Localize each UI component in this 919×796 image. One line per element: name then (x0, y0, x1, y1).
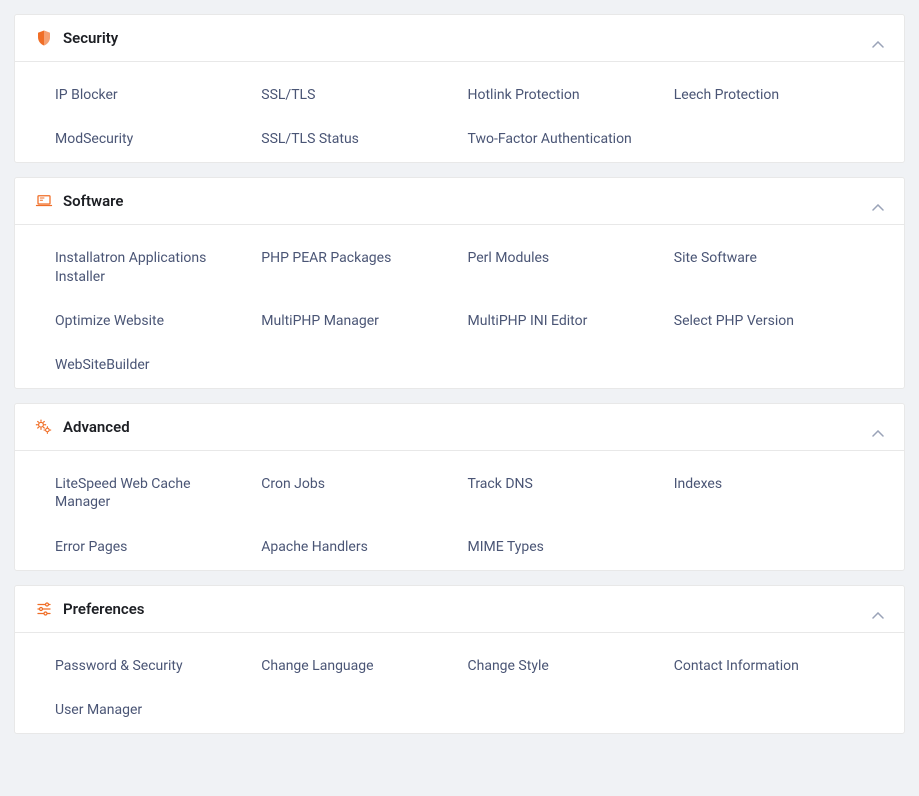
link-multiphp-manager[interactable]: MultiPHP Manager (261, 312, 431, 330)
link-modsecurity[interactable]: ModSecurity (55, 130, 225, 148)
panel-preferences: Preferences Password & Security Change L… (14, 585, 905, 734)
links-grid: Password & Security Change Language Chan… (55, 657, 864, 719)
panel-body: Password & Security Change Language Chan… (15, 633, 904, 733)
link-ssl-tls-status[interactable]: SSL/TLS Status (261, 130, 431, 148)
panel-header-security[interactable]: Security (15, 15, 904, 62)
link-cron-jobs[interactable]: Cron Jobs (261, 475, 431, 511)
panel-body: IP Blocker SSL/TLS Hotlink Protection Le… (15, 62, 904, 162)
link-password-security[interactable]: Password & Security (55, 657, 225, 675)
link-installatron[interactable]: Installatron Applications Installer (55, 249, 225, 285)
link-change-language[interactable]: Change Language (261, 657, 431, 675)
gears-icon (35, 418, 53, 436)
link-perl-modules[interactable]: Perl Modules (468, 249, 638, 285)
panel-title: Software (63, 192, 872, 210)
panel-header-software[interactable]: Software (15, 178, 904, 225)
links-grid: LiteSpeed Web Cache Manager Cron Jobs Tr… (55, 475, 864, 556)
link-user-manager[interactable]: User Manager (55, 701, 225, 719)
link-websitebuilder[interactable]: WebSiteBuilder (55, 356, 225, 374)
laptop-icon (35, 192, 53, 210)
chevron-up-icon (872, 34, 884, 42)
link-select-php-version[interactable]: Select PHP Version (674, 312, 844, 330)
link-error-pages[interactable]: Error Pages (55, 538, 225, 556)
panel-advanced: Advanced LiteSpeed Web Cache Manager Cro… (14, 403, 905, 571)
link-apache-handlers[interactable]: Apache Handlers (261, 538, 431, 556)
link-ip-blocker[interactable]: IP Blocker (55, 86, 225, 104)
link-hotlink-protection[interactable]: Hotlink Protection (468, 86, 638, 104)
panel-header-advanced[interactable]: Advanced (15, 404, 904, 451)
link-ssl-tls[interactable]: SSL/TLS (261, 86, 431, 104)
link-track-dns[interactable]: Track DNS (468, 475, 638, 511)
link-site-software[interactable]: Site Software (674, 249, 844, 285)
sliders-icon (35, 600, 53, 618)
panel-header-preferences[interactable]: Preferences (15, 586, 904, 633)
link-indexes[interactable]: Indexes (674, 475, 844, 511)
panel-body: LiteSpeed Web Cache Manager Cron Jobs Tr… (15, 451, 904, 570)
panel-title: Preferences (63, 600, 872, 618)
panel-software: Software Installatron Applications Insta… (14, 177, 905, 389)
link-leech-protection[interactable]: Leech Protection (674, 86, 844, 104)
shield-icon (35, 29, 53, 47)
link-contact-information[interactable]: Contact Information (674, 657, 844, 675)
panel-body: Installatron Applications Installer PHP … (15, 225, 904, 388)
link-php-pear[interactable]: PHP PEAR Packages (261, 249, 431, 285)
chevron-up-icon (872, 605, 884, 613)
link-mime-types[interactable]: MIME Types (468, 538, 638, 556)
link-change-style[interactable]: Change Style (468, 657, 638, 675)
links-grid: Installatron Applications Installer PHP … (55, 249, 864, 374)
panel-security: Security IP Blocker SSL/TLS Hotlink Prot… (14, 14, 905, 163)
panel-title: Security (63, 29, 872, 47)
link-multiphp-ini[interactable]: MultiPHP INI Editor (468, 312, 638, 330)
chevron-up-icon (872, 197, 884, 205)
link-optimize-website[interactable]: Optimize Website (55, 312, 225, 330)
links-grid: IP Blocker SSL/TLS Hotlink Protection Le… (55, 86, 864, 148)
chevron-up-icon (872, 423, 884, 431)
link-two-factor-auth[interactable]: Two-Factor Authentication (468, 130, 638, 148)
panel-title: Advanced (63, 418, 872, 436)
link-litespeed-cache[interactable]: LiteSpeed Web Cache Manager (55, 475, 225, 511)
